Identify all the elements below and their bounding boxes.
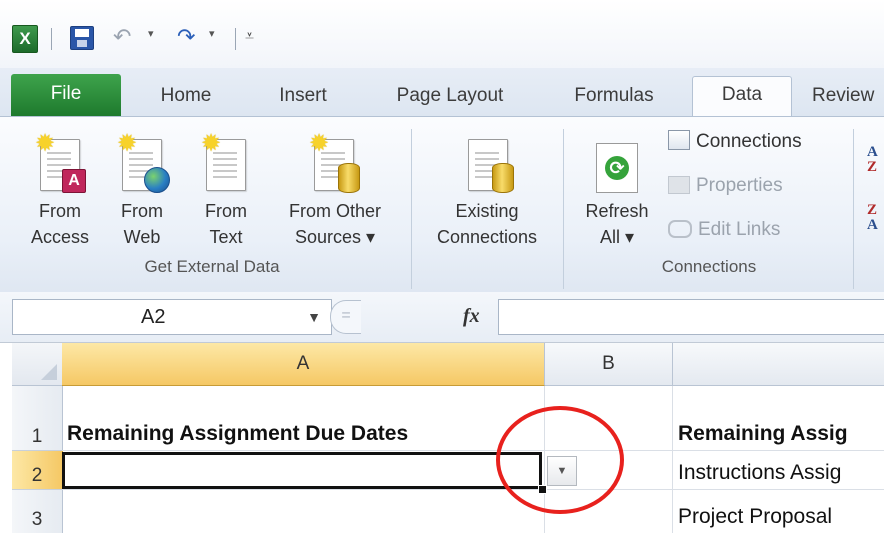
- select-all-button[interactable]: [12, 343, 63, 386]
- refresh-label-1: Refresh: [585, 201, 649, 221]
- from-access-label-1: From: [39, 201, 81, 221]
- tab-insert[interactable]: Insert: [256, 78, 350, 116]
- from-text-label-1: From: [205, 201, 247, 221]
- database-icon: [492, 163, 514, 193]
- active-cell-border: [62, 452, 542, 489]
- cell-c2[interactable]: Instructions Assig: [673, 451, 884, 490]
- cell-c1[interactable]: Remaining Assig: [673, 386, 884, 451]
- tab-home[interactable]: Home: [138, 78, 234, 116]
- connections-group-label: Connections: [661, 257, 757, 276]
- cell-a3[interactable]: [62, 490, 545, 533]
- ribbon-tabs: File Home Insert Page Layout Formulas Da…: [0, 68, 884, 118]
- from-web-label-1: From: [121, 201, 163, 221]
- row-header-1[interactable]: 1: [12, 386, 63, 451]
- from-text-button[interactable]: ✹ From Text: [186, 130, 266, 273]
- quick-access-toolbar: X ↶ ▾ ↷ ▾ ⩡: [0, 0, 884, 68]
- connections-button-label: Connections: [696, 131, 802, 152]
- column-header-a[interactable]: A: [62, 343, 545, 386]
- save-icon[interactable]: [70, 26, 94, 50]
- existing-connections-button[interactable]: Existing Connections: [416, 133, 558, 273]
- toolbar-separator: [235, 28, 236, 50]
- from-access-button[interactable]: ✹ A From Access: [20, 130, 100, 273]
- from-other-label-2: Sources ▾: [294, 227, 376, 247]
- group-separator: [853, 129, 854, 289]
- globe-icon: [144, 167, 170, 193]
- worksheet-grid: A B 1 2 3 Remaining Assignment Due Dates…: [0, 343, 884, 533]
- formula-bar-resize-icon[interactable]: =: [330, 300, 361, 334]
- group-separator: [411, 129, 412, 289]
- insert-function-icon[interactable]: fx: [463, 300, 480, 332]
- cell-a1[interactable]: Remaining Assignment Due Dates: [62, 386, 545, 451]
- properties-button[interactable]: Properties: [668, 173, 783, 199]
- cell-text: Instructions Assig: [678, 461, 842, 484]
- toolbar-separator: [51, 28, 52, 50]
- star-icon: ✹: [116, 130, 138, 157]
- customize-qat-icon[interactable]: ⩡: [245, 22, 254, 52]
- formula-bar: A2 ▼ = fx: [0, 292, 884, 343]
- from-other-label-1: From Other: [288, 201, 381, 221]
- row-header-3[interactable]: 3: [12, 490, 63, 533]
- formula-input[interactable]: [498, 299, 884, 335]
- sort-za-letter-top: Z: [867, 202, 878, 218]
- from-text-label-2: Text: [209, 227, 243, 247]
- data-ribbon: ✹ A From Access ✹ From Web ✹ From Text ✹…: [0, 116, 884, 293]
- refresh-label-2: All ▾: [599, 227, 635, 247]
- from-other-sources-button[interactable]: ✹ From Other Sources ▾: [270, 130, 400, 273]
- column-header-c[interactable]: [673, 343, 884, 386]
- group-separator: [563, 129, 564, 289]
- edit-links-button[interactable]: Edit Links: [668, 217, 780, 243]
- annotation-circle: [496, 406, 624, 514]
- undo-icon[interactable]: ↶: [113, 22, 131, 52]
- existing-connections-label-1: Existing: [455, 201, 519, 221]
- name-box[interactable]: A2 ▼: [12, 299, 332, 335]
- from-access-label-2: Access: [30, 227, 90, 247]
- sort-a-to-z-icon[interactable]: A Z: [867, 145, 878, 175]
- row-number: 1: [31, 426, 43, 447]
- star-icon: ✹: [34, 130, 56, 157]
- undo-dropdown-icon[interactable]: ▾: [148, 27, 154, 40]
- access-icon: A: [62, 169, 86, 193]
- redo-icon[interactable]: ↷: [177, 22, 195, 52]
- existing-connections-label-2: Connections: [436, 227, 538, 247]
- excel-icon[interactable]: X: [12, 25, 38, 53]
- cell-c3[interactable]: Project Proposal: [673, 490, 884, 533]
- name-box-value: A2: [141, 306, 166, 328]
- redo-dropdown-icon[interactable]: ▾: [209, 27, 215, 40]
- row-header-2[interactable]: 2: [12, 451, 63, 490]
- properties-icon: [668, 176, 690, 194]
- from-web-button[interactable]: ✹ From Web: [104, 130, 180, 273]
- get-external-data-group-label: Get External Data: [144, 257, 280, 276]
- refresh-all-button[interactable]: ⟳ Refresh All ▾: [572, 133, 662, 273]
- row-number: 3: [31, 509, 43, 530]
- refresh-icon: ⟳: [596, 143, 638, 193]
- star-icon: ✹: [308, 130, 330, 157]
- cell-text: Project Proposal: [678, 505, 833, 528]
- cell-text: Remaining Assig: [678, 422, 848, 445]
- database-icon: [338, 163, 360, 193]
- chain-link-icon: [668, 220, 692, 238]
- sort-az-letter-top: A: [867, 144, 878, 160]
- sort-z-to-a-icon[interactable]: Z A: [867, 203, 878, 233]
- column-header-b[interactable]: B: [545, 343, 673, 386]
- from-web-label-2: Web: [123, 227, 161, 247]
- tab-page-layout[interactable]: Page Layout: [372, 78, 528, 116]
- tab-data[interactable]: Data: [692, 76, 792, 118]
- properties-button-label: Properties: [696, 175, 783, 196]
- tab-file[interactable]: File: [11, 74, 121, 116]
- edit-links-button-label: Edit Links: [698, 219, 781, 240]
- cell-text: Remaining Assignment Due Dates: [67, 422, 409, 445]
- tab-review[interactable]: Review: [812, 78, 884, 116]
- sort-za-letter-bottom: A: [867, 217, 878, 233]
- tab-formulas[interactable]: Formulas: [552, 78, 676, 116]
- connections-button[interactable]: Connections: [668, 129, 802, 155]
- row-number: 2: [31, 465, 43, 486]
- sort-az-letter-bottom: Z: [867, 159, 878, 175]
- connections-icon: [668, 130, 690, 150]
- chevron-down-icon[interactable]: ▼: [307, 300, 321, 334]
- star-icon: ✹: [200, 130, 222, 157]
